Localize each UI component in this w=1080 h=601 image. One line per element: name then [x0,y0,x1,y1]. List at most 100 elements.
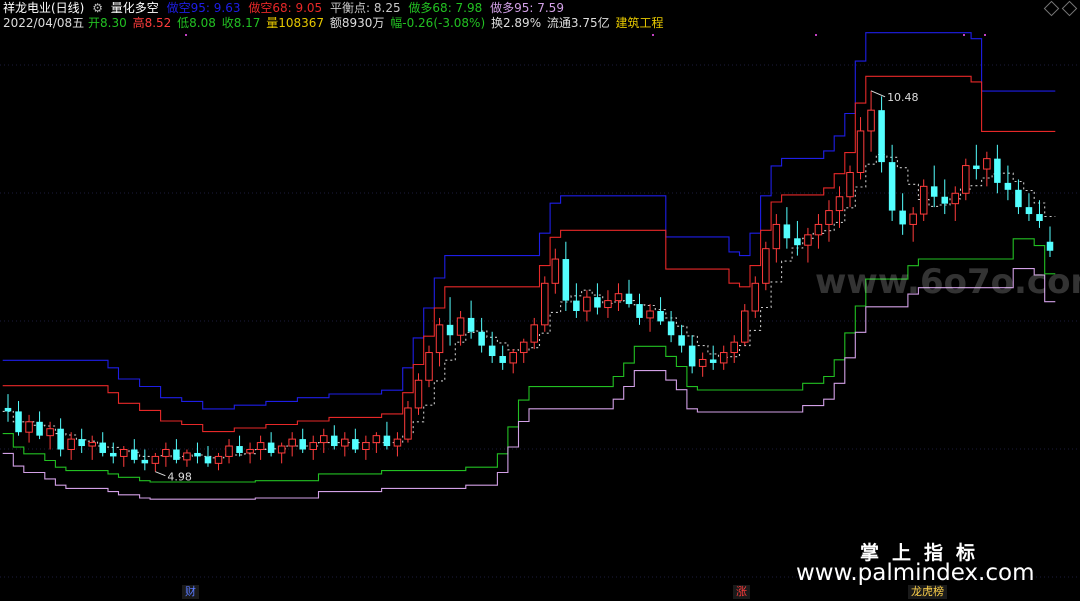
candle-body-91 [962,165,970,194]
candle-body-19 [204,456,212,464]
candle-body-97 [1025,207,1033,215]
candle-body-1 [15,411,22,433]
candle-body-65 [688,345,696,367]
candle-body-31 [331,435,338,447]
watermark-faint: www.6o7o.com [815,262,1080,302]
candle-body-87 [919,185,928,215]
candle-body-30 [319,435,328,444]
candle-body-6 [67,438,75,450]
candle-body-60 [636,304,643,318]
max-price-label: 10.48 [887,91,919,104]
candle-body-23 [246,449,254,454]
candle-body-83 [878,110,885,163]
candle-body-75 [794,238,801,246]
candle-body-78 [825,210,833,225]
candle-body-50 [530,324,539,343]
event-dot-3 [963,34,965,36]
candle-body-28 [299,439,306,450]
candle-body-21 [225,445,233,457]
band-long95 [2,268,1056,500]
stock-title[interactable]: 祥龙电业(日线) [3,1,84,15]
candle-body-88 [930,186,938,197]
quote-open: 开8.30 [88,16,127,30]
legend-balance: 平衡点: 8.25 [330,1,401,15]
candle-body-81 [856,130,865,173]
candle-body-49 [519,341,528,354]
candle-body-7 [78,439,85,447]
event-dot-0 [185,34,187,36]
candle-body-74 [783,224,791,239]
candle-body-56 [594,297,601,308]
candle-body-2 [25,421,33,433]
event-dot-4 [984,34,986,36]
candle-body-52 [551,258,560,284]
quote-volume: 量108367 [266,16,325,30]
candle-body-10 [109,452,117,457]
quote-date: 2022/04/08五 [3,16,85,30]
candle-body-29 [309,442,317,451]
quote-turnover: 换2.89% [490,16,542,30]
candle-body-64 [678,335,685,346]
candle-body-25 [267,442,275,453]
event-dot-2 [815,34,817,36]
marker-finance[interactable]: 财 [182,585,199,599]
candle-body-33 [352,439,359,450]
candle-body-36 [383,435,391,447]
candle-body-79 [835,196,844,212]
candle-body-42 [446,324,454,336]
candle-body-8 [88,442,96,447]
candle-body-94 [994,158,1001,183]
candle-body-22 [236,446,243,453]
candle-body-59 [625,293,633,305]
candle-body-4 [46,428,54,437]
indicator-header: 祥龙电业(日线) ⚙ 量化多空 做空95: 9.63 做空68: 9.05 平衡… [3,1,568,15]
candle-body-66 [698,358,707,367]
candle-body-99 [1046,241,1054,251]
watermark-url: www.palmindex.com [796,560,1035,586]
candle-body-77 [814,223,823,236]
candle-body-51 [541,282,549,326]
quote-change: 幅-0.26(-3.08%) [390,16,486,30]
quote-bar: 2022/04/08五 开8.30 高8.52 低8.08 收8.17 量108… [3,16,668,30]
candle-body-98 [1036,214,1043,221]
quote-amount: 额8930万 [329,16,385,30]
candle-body-44 [467,317,475,332]
candle-body-80 [846,172,854,198]
candle-body-12 [131,449,138,460]
candle-body-92 [973,165,980,170]
candle-body-34 [362,442,370,451]
candle-body-11 [120,449,128,457]
quote-sector[interactable]: 建筑工程 [615,16,663,30]
candle-body-18 [194,452,201,457]
quote-float: 流通3.75亿 [546,16,610,30]
candle-body-43 [456,317,465,336]
settings-gear-icon[interactable]: ⚙ [92,1,103,15]
event-dot-1 [652,34,654,36]
candle-body-84 [888,162,896,211]
candle-body-9 [99,442,106,453]
band-short95 [2,32,1056,410]
candle-body-17 [183,452,191,461]
candle-body-96 [1015,189,1022,208]
marker-dragon-list[interactable]: 龙虎榜 [908,585,947,599]
candle-body-26 [277,445,286,454]
quote-low: 低8.08 [177,16,216,30]
min-price-label: 4.98 [167,471,192,484]
legend-long95: 做多95: 7.59 [490,1,564,15]
candle-body-86 [909,213,917,225]
legend-short68: 做空68: 9.05 [248,1,323,15]
candle-body-54 [573,300,580,311]
marker-limit-up[interactable]: 涨 [733,585,750,599]
legend-short95: 做空95: 9.63 [166,1,241,15]
candle-body-57 [604,300,612,309]
candle-body-53 [562,259,570,301]
candle-body-61 [646,310,654,319]
candle-body-5 [57,428,64,450]
candle-body-20 [214,455,223,464]
candle-body-70 [741,310,749,343]
indicator-name[interactable]: 量化多空 [111,1,159,15]
candle-body-37 [393,438,402,447]
candle-body-71 [751,282,760,312]
candle-body-73 [772,223,781,250]
candle-body-62 [657,311,664,322]
